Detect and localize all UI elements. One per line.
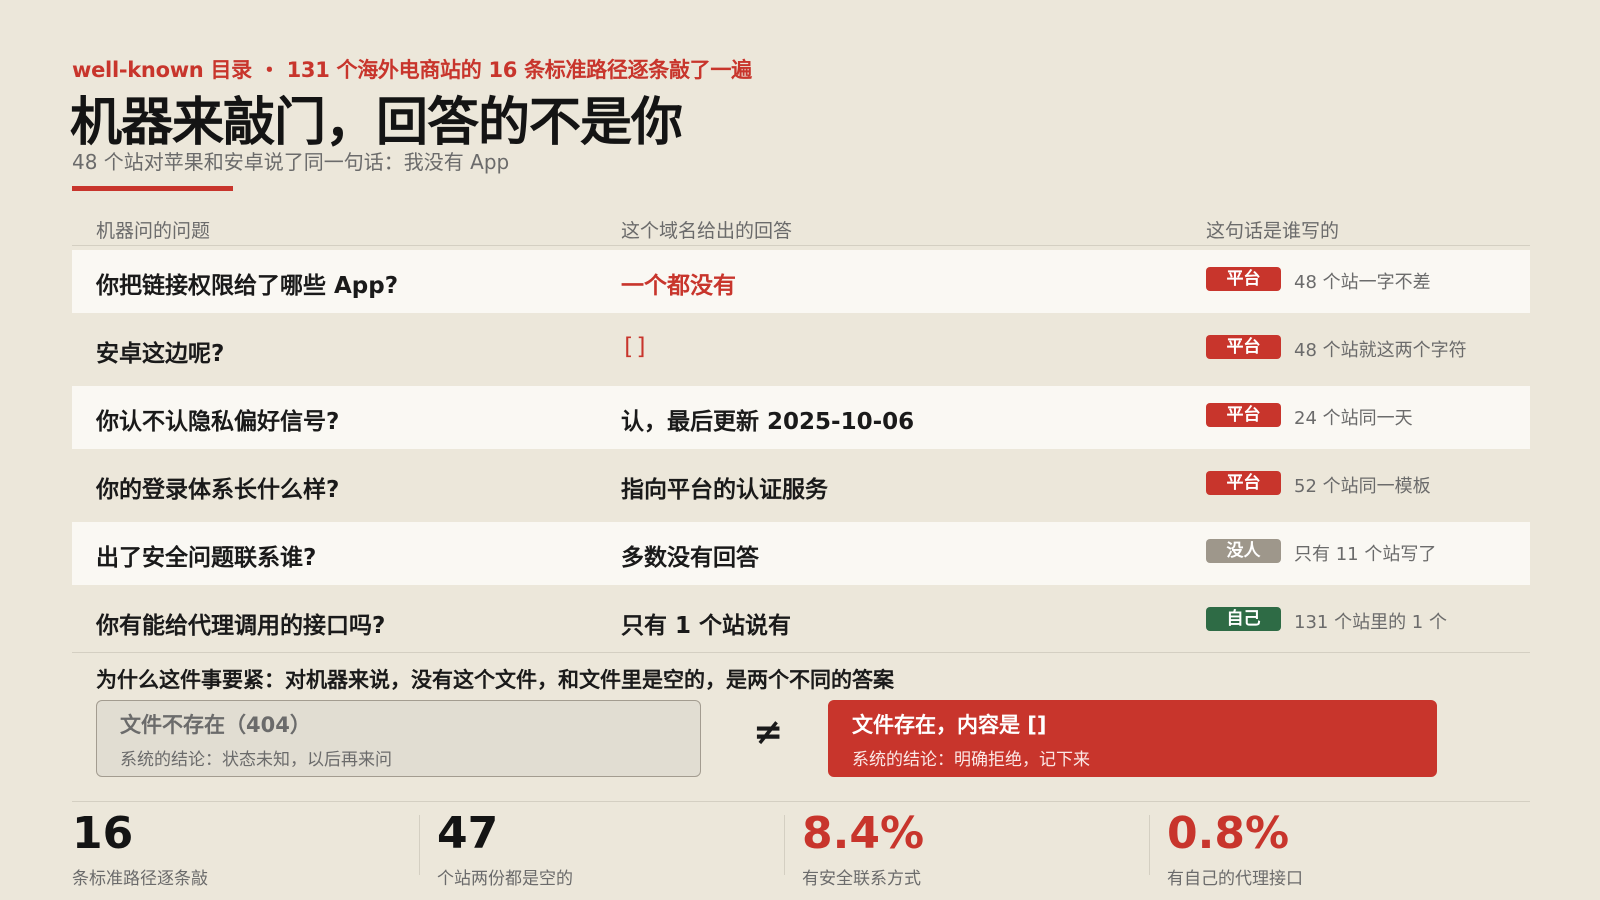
row-answer: 认，最后更新 2025-10-06 (621, 409, 915, 435)
row-answer: 一个都没有 (621, 273, 736, 299)
stat-separator (419, 815, 420, 875)
table-row: 你有能给代理调用的接口吗? 只有 1 个站说有 自己 131 个站里的 1 个 (72, 590, 1530, 653)
stat-label: 个站两份都是空的 (437, 869, 573, 889)
accent-rule (72, 186, 233, 191)
why-heading: 为什么这件事要紧：对机器来说，没有这个文件，和文件里是空的，是两个不同的答案 (96, 668, 894, 692)
table-row: 你认不认隐私偏好信号? 认，最后更新 2025-10-06 平台 24 个站同一… (72, 386, 1530, 449)
table-row: 你把链接权限给了哪些 App? 一个都没有 平台 48 个站一字不差 (72, 250, 1530, 313)
row-note: 131 个站里的 1 个 (1294, 612, 1447, 633)
page-title: 机器来敲门，回答的不是你 (70, 93, 683, 153)
table-row: 安卓这边呢? [] 平台 48 个站就这两个字符 (72, 318, 1530, 381)
section-divider (72, 652, 1530, 653)
stat-separator (784, 815, 785, 875)
source-badge: 平台 (1206, 403, 1281, 427)
row-note: 52 个站同一模板 (1294, 476, 1431, 497)
source-badge: 平台 (1206, 267, 1281, 291)
row-answer: [] (621, 334, 649, 360)
file-missing-box: 文件不存在（404） 系统的结论：状态未知，以后再来问 (96, 700, 701, 777)
source-badge: 平台 (1206, 335, 1281, 359)
stat-value: 47 (437, 808, 499, 859)
stat-value: 16 (72, 808, 134, 859)
page-subtitle: 48 个站对苹果和安卓说了同一句话：我没有 App (72, 150, 510, 174)
source-badge: 平台 (1206, 471, 1281, 495)
file-empty-title: 文件存在，内容是 [] (852, 713, 1047, 737)
stat-label: 有安全联系方式 (802, 869, 921, 889)
row-question: 你有能给代理调用的接口吗? (96, 613, 386, 639)
table-header: 机器问的问题 这个域名给出的回答 这句话是谁写的 (72, 214, 1530, 246)
stat-agent-interface: 0.8% 有自己的代理接口 (1167, 808, 1303, 890)
row-note: 48 个站一字不差 (1294, 272, 1431, 293)
header-who: 这句话是谁写的 (1206, 220, 1340, 242)
row-note: 只有 11 个站写了 (1294, 544, 1437, 565)
stat-value: 8.4% (802, 808, 925, 859)
row-question: 你认不认隐私偏好信号? (96, 409, 340, 435)
row-question: 出了安全问题联系谁? (96, 545, 317, 571)
row-answer: 只有 1 个站说有 (621, 613, 792, 639)
row-answer: 多数没有回答 (621, 545, 759, 571)
stat-empty-sites: 47 个站两份都是空的 (437, 808, 573, 890)
row-note: 24 个站同一天 (1294, 408, 1413, 429)
stat-paths: 16 条标准路径逐条敲 (72, 808, 208, 890)
source-badge: 自己 (1206, 607, 1281, 631)
row-question: 你把链接权限给了哪些 App? (96, 273, 399, 299)
table-row: 你的登录体系长什么样? 指向平台的认证服务 平台 52 个站同一模板 (72, 454, 1530, 517)
stat-value: 0.8% (1167, 808, 1290, 859)
file-missing-conclusion: 系统的结论：状态未知，以后再来问 (120, 750, 392, 770)
header-answer: 这个域名给出的回答 (621, 220, 793, 242)
header-question: 机器问的问题 (96, 220, 211, 242)
file-empty-conclusion: 系统的结论：明确拒绝，记下来 (852, 750, 1090, 770)
stat-label: 有自己的代理接口 (1167, 869, 1303, 889)
not-equal-icon: ≠ (753, 712, 784, 753)
stat-separator (1149, 815, 1150, 875)
source-badge: 没人 (1206, 539, 1281, 563)
row-question: 安卓这边呢? (96, 341, 225, 367)
row-note: 48 个站就这两个字符 (1294, 340, 1467, 361)
stat-label: 条标准路径逐条敲 (72, 869, 208, 889)
stat-security-contact: 8.4% 有安全联系方式 (802, 808, 925, 890)
file-missing-title: 文件不存在（404） (120, 713, 311, 737)
stats-divider (72, 801, 1530, 802)
file-empty-box: 文件存在，内容是 [] 系统的结论：明确拒绝，记下来 (828, 700, 1437, 777)
infographic-page: well-known 目录 ・ 131 个海外电商站的 16 条标准路径逐条敲了… (0, 0, 1600, 900)
table-row: 出了安全问题联系谁? 多数没有回答 没人 只有 11 个站写了 (72, 522, 1530, 585)
row-question: 你的登录体系长什么样? (96, 477, 340, 503)
row-answer: 指向平台的认证服务 (621, 477, 828, 503)
table-body: 你把链接权限给了哪些 App? 一个都没有 平台 48 个站一字不差 安卓这边呢… (72, 250, 1530, 658)
